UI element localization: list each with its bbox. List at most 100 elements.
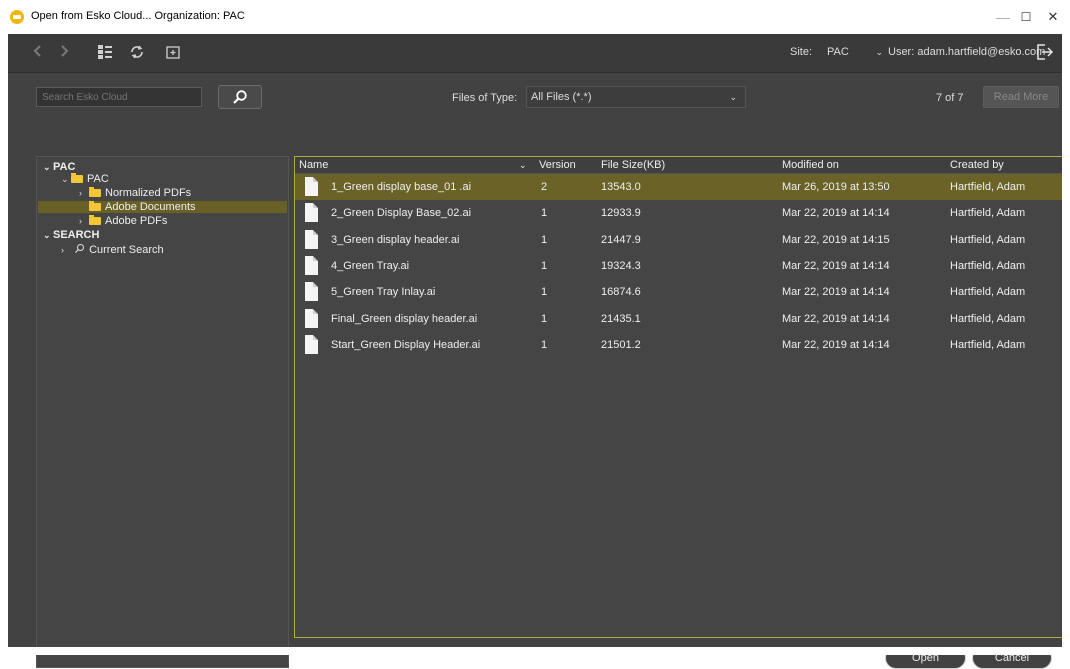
chevron-left-icon	[33, 45, 41, 57]
tree-folder-pac[interactable]: ⌄ PAC	[61, 173, 109, 185]
view-mode-button[interactable]	[96, 44, 114, 62]
chevron-right-icon	[61, 45, 69, 57]
file-version: 1	[541, 259, 548, 272]
file-size: 21447.9	[601, 233, 641, 246]
folder-icon	[89, 201, 101, 211]
tree-folder-label: PAC	[87, 173, 109, 185]
file-row[interactable]: Final_Green display header.ai 1 21435.1 Mar…	[295, 306, 1062, 332]
document-icon	[305, 308, 318, 328]
window-titlebar: Open from Esko Cloud... Organization: PA…	[0, 0, 1070, 35]
file-modified: Mar 22, 2019 at 14:15	[782, 233, 890, 246]
tree-item-normalized-pdfs[interactable]: › Normalized PDFs	[79, 187, 191, 199]
column-header-name[interactable]: Name	[299, 159, 328, 171]
dialog-body: Site: PAC ⌄ User: adam.hartfield@esko.co…	[8, 34, 1063, 669]
forward-button[interactable]	[58, 44, 72, 62]
file-size: 12933.9	[601, 207, 641, 220]
file-version: 1	[541, 338, 548, 351]
file-row[interactable]: 1_Green display base_01 .ai 2 13543.0 Mar 2…	[295, 174, 1062, 200]
window-title: Open from Esko Cloud... Organization: PA…	[31, 10, 245, 22]
file-version: 1	[541, 312, 548, 325]
files-of-type-dropdown[interactable]: All Files (*.*) ⌄	[526, 86, 746, 108]
file-name: 1_Green display base_01 .ai	[331, 181, 472, 193]
refresh-button[interactable]	[128, 44, 146, 62]
file-size: 21501.2	[601, 338, 641, 351]
tree-item-adobe-documents[interactable]: Adobe Documents	[79, 201, 196, 213]
tree-current-search[interactable]: › Current Search	[61, 243, 164, 256]
folder-icon	[71, 173, 83, 183]
file-name: Final_Green display header.ai	[331, 312, 478, 325]
esko-app-icon	[10, 10, 24, 24]
chevron-down-icon: ⌄	[875, 47, 883, 57]
file-row[interactable]: 2_Green Display Base_02.ai 1 12933.9 Mar 22…	[295, 200, 1062, 226]
file-row[interactable]: 4_Green Tray.ai 1 19324.3 Mar 22, 2019 at 1…	[295, 253, 1062, 279]
file-size: 21435.1	[601, 312, 641, 325]
logout-icon	[1037, 44, 1054, 60]
file-list: Name ⌄ Version File Size(KB) Modified on…	[294, 156, 1063, 638]
chevron-down-icon: ⌄	[729, 92, 737, 102]
file-created-by: Hartfield, Adam	[950, 338, 1026, 351]
search-input[interactable]	[36, 87, 202, 107]
refresh-icon	[131, 45, 143, 59]
document-icon	[305, 229, 318, 249]
file-created-by: Hartfield, Adam	[950, 286, 1026, 299]
file-created-by: Hartfield, Adam	[950, 259, 1026, 272]
column-header-modified[interactable]: Modified on	[782, 159, 839, 171]
search-button[interactable]	[218, 85, 262, 109]
search-icon	[233, 90, 247, 104]
site-dropdown[interactable]: PAC ⌄	[823, 42, 887, 62]
chevron-right-icon: ›	[61, 245, 64, 255]
file-size: 13543.0	[601, 181, 641, 193]
file-created-by: Hartfield, Adam	[950, 312, 1026, 325]
close-button[interactable]: ✕	[1038, 6, 1068, 28]
back-button[interactable]	[30, 44, 44, 62]
document-icon	[305, 282, 318, 302]
file-size: 16874.6	[601, 286, 641, 299]
file-name: 2_Green Display Base_02.ai	[331, 207, 472, 220]
tree-search-label: SEARCH	[53, 229, 100, 241]
chevron-down-icon: ⌄	[43, 230, 51, 240]
tree-item-adobe-pdfs[interactable]: › Adobe PDFs	[79, 215, 167, 227]
tree-item-label: Adobe Documents	[105, 201, 196, 213]
file-modified: Mar 26, 2019 at 13:50	[782, 181, 890, 193]
tree-root-pac[interactable]: ⌄ PAC	[43, 161, 75, 173]
document-icon	[305, 177, 318, 196]
tree-search-section[interactable]: ⌄ SEARCH	[43, 229, 99, 241]
file-created-by: Hartfield, Adam	[950, 181, 1026, 193]
maximize-button[interactable]: ☐	[1011, 6, 1041, 28]
search-icon	[75, 244, 85, 253]
column-header-size[interactable]: File Size(KB)	[601, 159, 665, 171]
list-view-icon	[98, 45, 112, 59]
file-row[interactable]: Start_Green Display Header.ai 1 21501.2 Mar…	[295, 332, 1062, 358]
tree-item-label: Adobe PDFs	[105, 215, 168, 227]
file-modified: Mar 22, 2019 at 14:14	[782, 286, 890, 299]
column-header-version[interactable]: Version	[539, 159, 576, 171]
chevron-right-icon: ›	[79, 188, 82, 198]
file-row[interactable]: 5_Green Tray Inlay.ai 1 16874.6 Mar 22, 201…	[295, 279, 1062, 305]
open-button[interactable]: Open	[885, 647, 966, 669]
file-name: Start_Green Display Header.ai	[331, 338, 481, 351]
chevron-down-icon[interactable]: ⌄	[519, 160, 527, 171]
file-list-header: Name ⌄ Version File Size(KB) Modified on…	[295, 157, 1062, 174]
file-name: 4_Green Tray.ai	[331, 259, 410, 272]
tree-item-label: Normalized PDFs	[105, 187, 192, 199]
document-icon	[305, 255, 318, 275]
file-modified: Mar 22, 2019 at 14:14	[782, 338, 890, 351]
logout-button[interactable]	[1036, 43, 1054, 61]
document-icon	[305, 203, 318, 223]
file-version: 1	[541, 286, 548, 299]
file-row[interactable]: 3_Green display header.ai 1 21447.9 Mar 22,…	[295, 227, 1062, 253]
file-created-by: Hartfield, Adam	[950, 207, 1026, 220]
chevron-right-icon: ›	[79, 216, 82, 226]
read-more-button[interactable]: Read More	[983, 86, 1059, 108]
file-name: 3_Green display header.ai	[331, 233, 460, 246]
new-folder-button[interactable]	[164, 44, 182, 62]
chevron-down-icon: ⌄	[61, 174, 69, 184]
tree-root-label: PAC	[53, 161, 76, 173]
column-header-created-by[interactable]: Created by	[950, 159, 1004, 171]
folder-icon	[89, 215, 101, 225]
folder-tree: ⌄ PAC ⌄ PAC › Normalized PDFs Adobe Documen…	[36, 156, 289, 668]
files-of-type-value: All Files (*.*)	[531, 91, 592, 103]
file-version: 1	[541, 233, 548, 246]
cancel-button[interactable]: Cancel	[972, 647, 1052, 669]
file-name: 5_Green Tray Inlay.ai	[331, 286, 436, 299]
